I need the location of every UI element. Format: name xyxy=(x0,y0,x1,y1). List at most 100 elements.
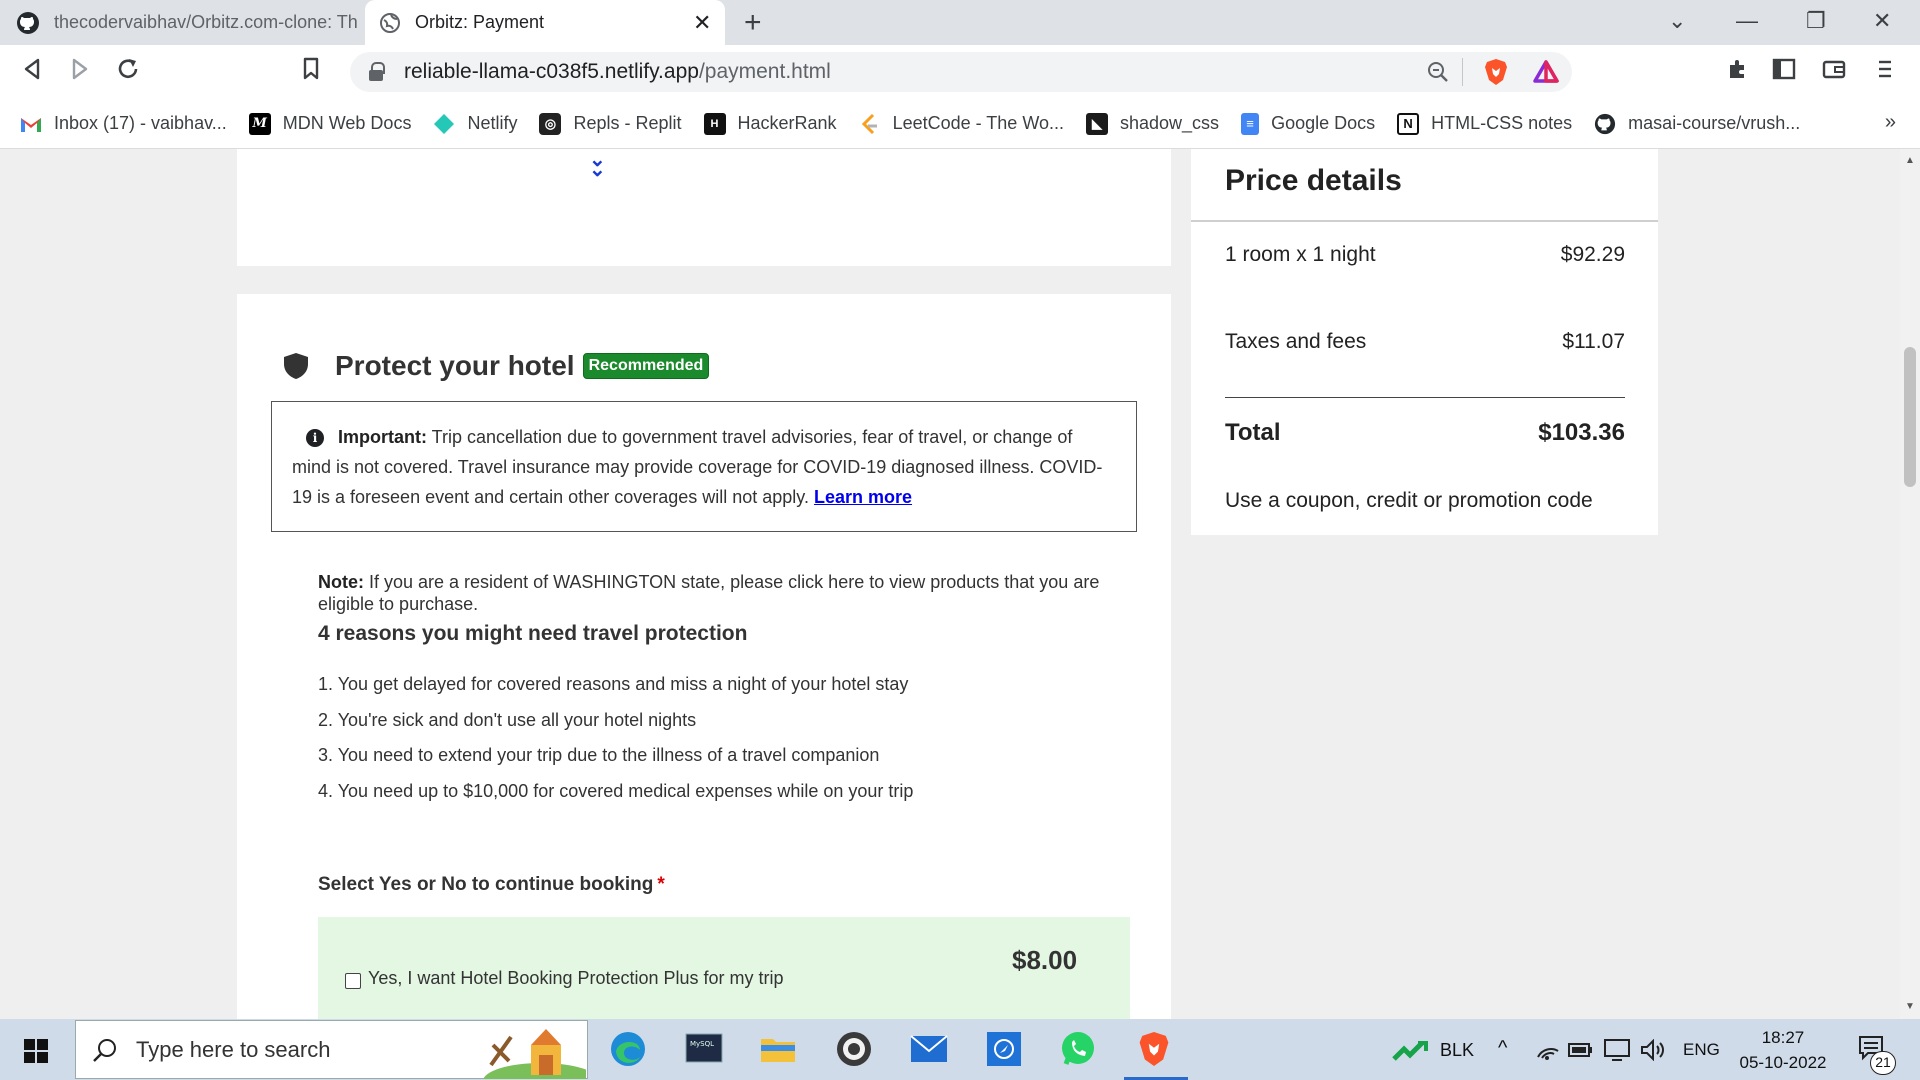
volume-icon[interactable] xyxy=(1640,1039,1666,1061)
app-icon[interactable] xyxy=(984,1029,1024,1069)
protect-hotel-card: Protect your hotel Recommended i Importan… xyxy=(237,294,1171,1019)
show-hidden-icons-icon[interactable]: ^ xyxy=(1498,1037,1507,1060)
stock-label[interactable]: BLK xyxy=(1440,1040,1474,1061)
lock-icon[interactable] xyxy=(368,62,385,82)
bookmark-label: Repls - Replit xyxy=(573,113,682,133)
edge-icon[interactable] xyxy=(608,1029,648,1069)
bookmark-hackerrank[interactable]: H HackerRank xyxy=(703,112,837,135)
scroll-thumb[interactable] xyxy=(1904,347,1916,487)
total-label: Total xyxy=(1225,419,1281,446)
file-explorer-icon[interactable] xyxy=(758,1029,798,1069)
obs-icon[interactable] xyxy=(834,1029,874,1069)
protect-title: Protect your hotel xyxy=(335,350,575,381)
bookmark-masai-course[interactable]: masai-course/vrush... xyxy=(1594,113,1800,135)
taskbar-search-input[interactable]: Type here to search xyxy=(75,1020,588,1079)
minimize-button[interactable]: — xyxy=(1736,8,1758,34)
bookmark-icon[interactable] xyxy=(302,57,320,88)
battery-icon[interactable] xyxy=(1568,1041,1594,1059)
scroll-up-icon[interactable]: ▲ xyxy=(1905,155,1915,166)
windows-taskbar: Type here to search MySQL BLK ^ ENG 18:2… xyxy=(0,1019,1920,1080)
previous-section-card: ⌄ ⌄ xyxy=(237,149,1171,266)
price-details-card: Price details 1 room x 1 night $92.29 Ta… xyxy=(1191,149,1658,535)
gmail-icon xyxy=(20,113,42,135)
divider xyxy=(1225,397,1625,398)
bookmark-html-css-notes[interactable]: N HTML-CSS notes xyxy=(1397,112,1572,135)
stock-trend-icon[interactable] xyxy=(1392,1039,1432,1061)
list-item: 2. You're sick and don't use all your ho… xyxy=(318,709,697,730)
yes-protection-option[interactable]: Yes, I want Hotel Booking Protection Plu… xyxy=(318,917,1130,1019)
tab-orbitz-payment[interactable]: Orbitz: Payment ✕ xyxy=(365,0,725,45)
leetcode-icon xyxy=(859,113,881,135)
washington-note: Note: If you are a resident of WASHINGTO… xyxy=(318,571,1118,615)
language-indicator[interactable]: ENG xyxy=(1683,1040,1720,1060)
whatsapp-icon[interactable] xyxy=(1058,1029,1098,1069)
bookmark-leetcode[interactable]: LeetCode - The Wo... xyxy=(859,113,1064,135)
bookmark-gmail[interactable]: Inbox (17) - vaibhav... xyxy=(20,113,227,135)
mdn-icon: M xyxy=(248,112,271,135)
protect-header: Protect your hotel Recommended xyxy=(283,350,710,382)
brave-shields-icon[interactable] xyxy=(1483,58,1509,92)
important-notice: i Important: Trip cancellation due to gov… xyxy=(271,401,1137,532)
address-bar[interactable]: reliable-llama-c038f5.netlify.app/paymen… xyxy=(350,52,1572,92)
close-tab-icon[interactable]: ✕ xyxy=(693,10,711,36)
page-scrollbar[interactable]: ▲ ▼ xyxy=(1900,149,1920,1019)
sidebar-icon[interactable] xyxy=(1772,57,1796,88)
replit-icon: ◎ xyxy=(539,112,562,135)
note-label: Note: xyxy=(318,572,364,592)
scroll-down-icon[interactable]: ▼ xyxy=(1905,1001,1915,1012)
bookmarks-overflow-icon[interactable]: » xyxy=(1885,111,1896,134)
display-icon[interactable] xyxy=(1604,1039,1630,1061)
netlify-icon xyxy=(433,113,455,135)
restore-button[interactable]: ❐ xyxy=(1806,8,1826,34)
extensions-icon[interactable] xyxy=(1726,57,1750,88)
back-icon[interactable] xyxy=(22,57,42,88)
reload-icon[interactable] xyxy=(116,57,140,88)
windows-start-icon[interactable] xyxy=(24,1039,48,1063)
tab-github[interactable]: thecodervaibhav/Orbitz.com-clone: Th xyxy=(0,0,372,45)
bookmark-google-docs[interactable]: ≡ Google Docs xyxy=(1241,112,1375,135)
list-item: 3. You need to extend your trip due to t… xyxy=(318,745,880,765)
system-clock[interactable]: 18:27 05-10-2022 xyxy=(1733,1025,1833,1075)
expand-chevron-icon[interactable]: ⌄ ⌄ xyxy=(589,150,606,180)
bookmark-label: Inbox (17) - vaibhav... xyxy=(54,113,227,133)
bookmarks-bar: Inbox (17) - vaibhav... M MDN Web Docs N… xyxy=(0,99,1920,149)
new-tab-button[interactable]: + xyxy=(744,6,762,40)
yes-protection-checkbox[interactable] xyxy=(345,973,361,989)
mail-icon[interactable] xyxy=(909,1029,949,1069)
brave-rewards-icon[interactable] xyxy=(1533,59,1559,91)
bookmark-label: LeetCode - The Wo... xyxy=(892,113,1064,133)
bookmark-label: shadow_css xyxy=(1120,113,1220,133)
coupon-link[interactable]: Use a coupon, credit or promotion code xyxy=(1225,489,1593,513)
url-path: /payment.html xyxy=(698,60,831,83)
note-text[interactable]: If you are a resident of WASHINGTON stat… xyxy=(318,572,1099,614)
bookmark-netlify[interactable]: Netlify xyxy=(433,113,517,135)
yes-protection-label[interactable]: Yes, I want Hotel Booking Protection Plu… xyxy=(368,968,784,989)
learn-more-link[interactable]: Learn more xyxy=(814,487,912,507)
wallet-icon[interactable] xyxy=(1822,57,1846,88)
google-docs-icon: ≡ xyxy=(1241,112,1260,135)
menu-icon[interactable] xyxy=(1876,57,1894,88)
shadow-css-icon: ◣ xyxy=(1086,112,1108,135)
wifi-icon[interactable] xyxy=(1536,1039,1560,1061)
zoom-icon[interactable] xyxy=(1426,60,1450,90)
tab-title: thecodervaibhav/Orbitz.com-clone: Th xyxy=(54,12,358,32)
select-booking-label: Select Yes or No to continue booking * xyxy=(318,874,665,896)
bookmark-mdn[interactable]: M MDN Web Docs xyxy=(248,112,411,135)
price-details-title: Price details xyxy=(1225,164,1402,197)
list-item: 4. You need up to $10,000 for covered me… xyxy=(318,780,914,801)
bookmark-replit[interactable]: ◎ Repls - Replit xyxy=(539,112,682,135)
tab-search-icon[interactable]: ⌄ xyxy=(1668,8,1686,34)
taxes-label: Taxes and fees xyxy=(1225,330,1367,353)
list-item: 1. You get delayed for covered reasons a… xyxy=(318,674,909,694)
shield-icon xyxy=(284,353,308,379)
bookmark-label: Netlify xyxy=(467,113,518,133)
clock-time: 18:27 xyxy=(1761,1028,1805,1047)
room-price-row: 1 room x 1 night $92.29 xyxy=(1225,243,1625,267)
brave-browser-icon[interactable] xyxy=(1134,1029,1174,1069)
reasons-list: 1. You get delayed for covered reasons a… xyxy=(318,667,913,809)
forward-icon[interactable] xyxy=(70,57,90,88)
mysql-icon[interactable]: MySQL xyxy=(684,1029,724,1069)
close-window-button[interactable]: ✕ xyxy=(1873,8,1891,34)
bookmark-shadow-css[interactable]: ◣ shadow_css xyxy=(1086,112,1220,135)
divider xyxy=(1191,220,1658,222)
